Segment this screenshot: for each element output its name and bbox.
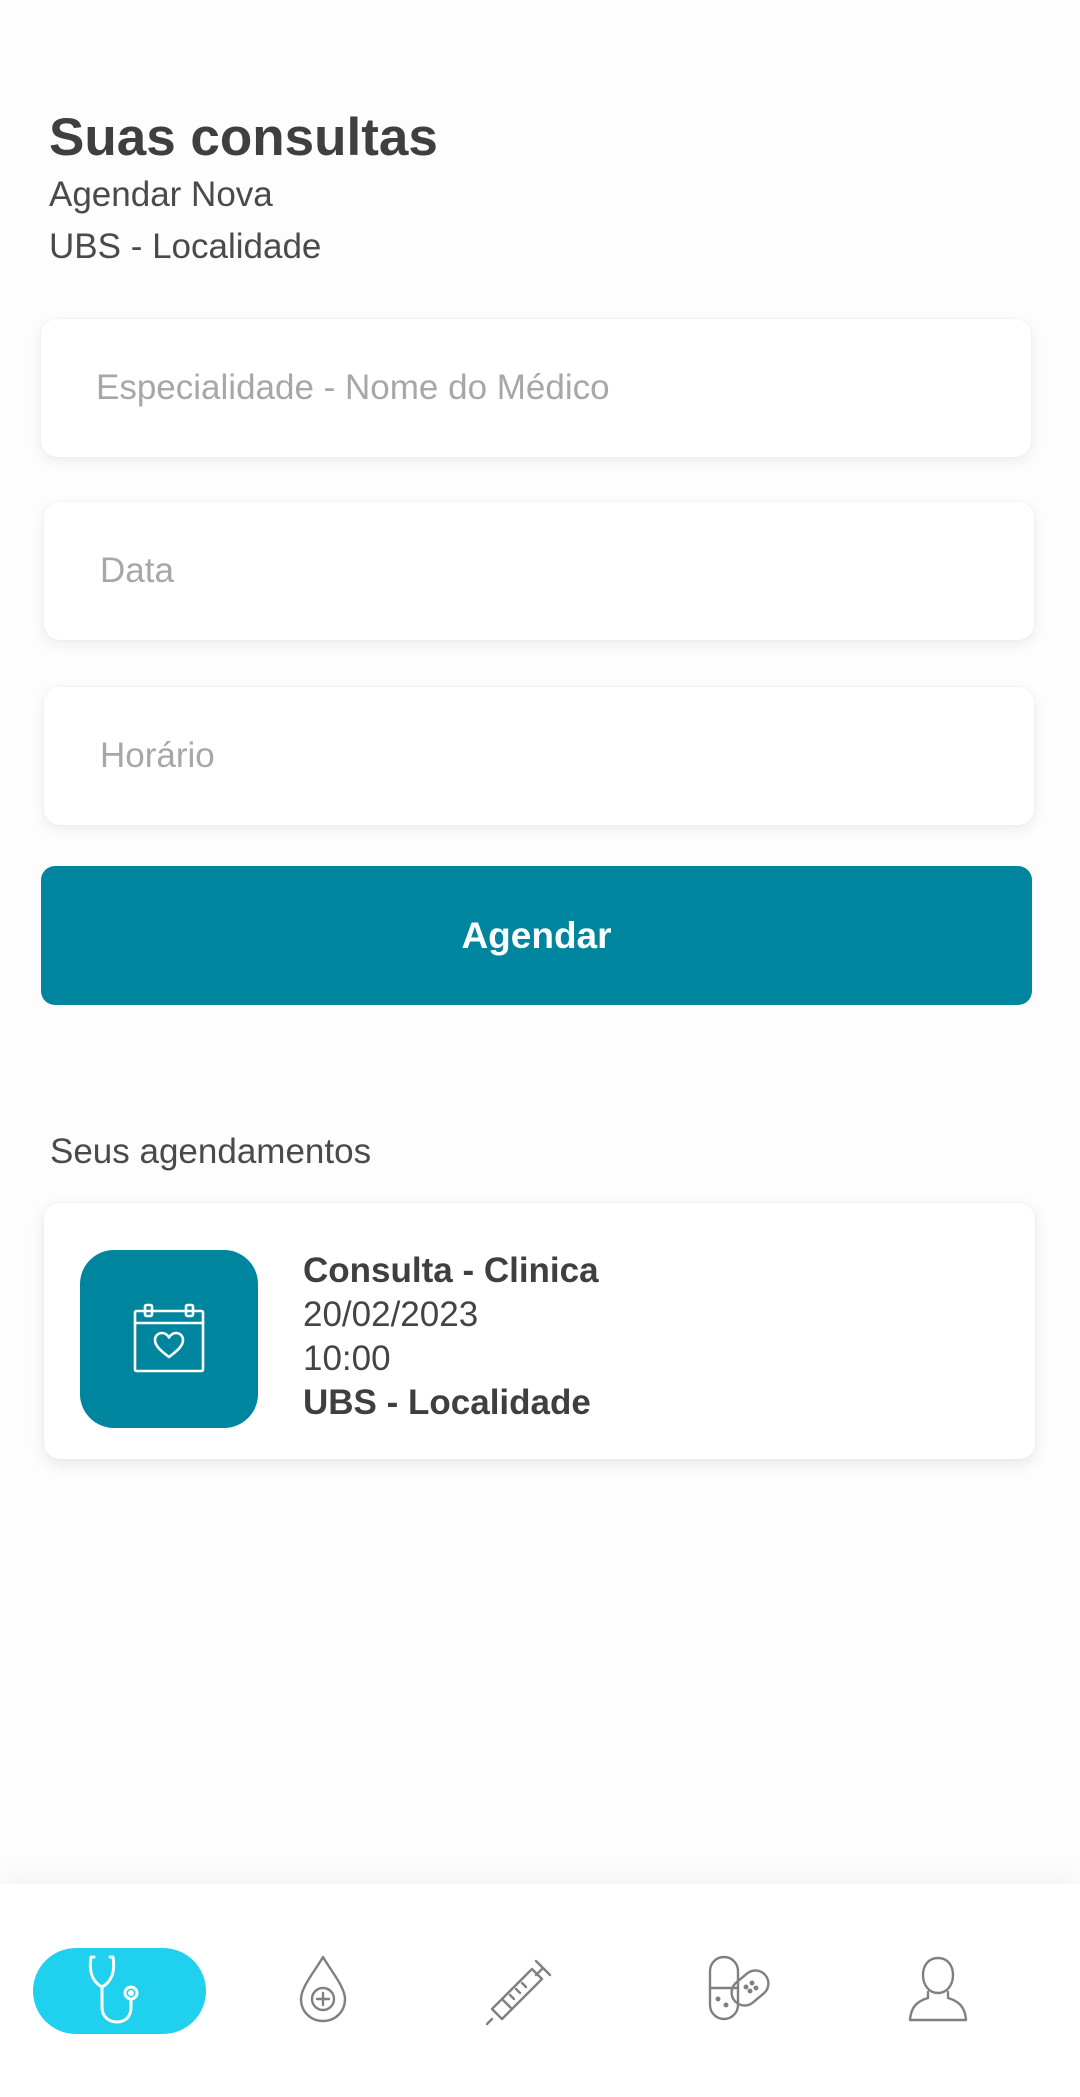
calendar-heart-icon (80, 1250, 258, 1428)
nav-item-profile[interactable] (898, 1948, 978, 2034)
date-input[interactable] (44, 502, 1034, 640)
pill-bandage-icon (704, 1953, 776, 2030)
location-subtitle: UBS - Localidade (49, 227, 322, 266)
appointments-page: Suas consultas Agendar Nova UBS - Locali… (0, 0, 1080, 2097)
time-field[interactable] (44, 687, 1034, 825)
appointment-date: 20/02/2023 (303, 1295, 479, 1334)
appointment-location: UBS - Localidade (303, 1383, 591, 1422)
nav-item-medications[interactable] (700, 1948, 780, 2034)
page-title: Suas consultas (49, 108, 438, 167)
date-field[interactable] (44, 502, 1034, 640)
user-icon (906, 1954, 970, 2029)
syringe-icon (484, 1951, 560, 2032)
new-appointment-subtitle: Agendar Nova (49, 175, 273, 214)
appointments-section-label: Seus agendamentos (50, 1132, 372, 1171)
time-input[interactable] (44, 687, 1034, 825)
appointment-time: 10:00 (303, 1339, 391, 1378)
nav-item-blood[interactable] (283, 1948, 363, 2034)
schedule-button[interactable]: Agendar (41, 866, 1032, 1005)
appointment-card[interactable]: Consulta - Clinica 20/02/2023 10:00 UBS … (44, 1203, 1035, 1459)
nav-item-consultations[interactable] (33, 1948, 206, 2034)
bottom-navigation (0, 1884, 1080, 2097)
specialty-input[interactable] (41, 319, 1031, 457)
specialty-field[interactable] (41, 319, 1031, 457)
appointment-details: Consulta - Clinica 20/02/2023 10:00 UBS … (303, 1249, 599, 1425)
blood-drop-icon (295, 1953, 351, 2030)
stethoscope-icon (85, 1951, 155, 2032)
nav-item-vaccines[interactable] (482, 1948, 562, 2034)
appointment-title: Consulta - Clinica (303, 1251, 599, 1290)
